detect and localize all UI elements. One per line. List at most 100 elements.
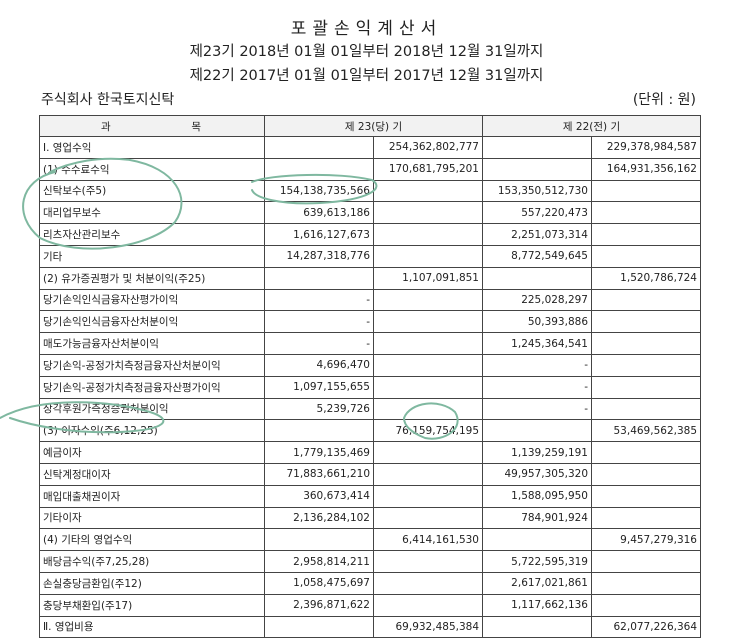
- table-row: 당기손익-공정가치측정금융자산평가이익 1,097,155,655 -: [39, 375, 701, 399]
- current-detail-cell: 2,958,814,211: [264, 550, 374, 573]
- current-detail-cell: 1,058,475,697: [264, 571, 374, 595]
- prior-total-cell: 53,469,562,385: [591, 419, 701, 443]
- prior-detail-cell: 1,117,662,136: [482, 593, 592, 617]
- current-detail-cell: 2,136,284,102: [264, 506, 374, 530]
- current-total-cell: [373, 593, 483, 617]
- current-total-cell: [373, 310, 483, 334]
- income-statement-table: 과 목 제 23(당) 기 제 22(전) 기 Ⅰ. 영업수익 254,362,8…: [39, 115, 701, 638]
- prior-detail-cell: -: [482, 375, 592, 399]
- table-row: 충당부채환입(주17) 2,396,871,622 1,117,662,136: [39, 593, 701, 617]
- current-detail-cell: -: [264, 332, 374, 355]
- current-total-cell: [373, 288, 483, 312]
- prior-detail-cell: 225,028,297: [482, 288, 592, 312]
- table-row: 매입대출채권이자 360,673,414 1,588,095,950: [39, 484, 701, 508]
- row-label: 매도가능금융자산처분이익: [39, 332, 265, 355]
- row-label: (3) 이자수익(주6,12,25): [39, 419, 265, 443]
- row-label: 신탁계정대이자: [39, 462, 265, 486]
- prior-total-cell: [591, 506, 701, 530]
- row-label: 배당금수익(주7,25,28): [39, 550, 265, 573]
- current-total-cell: [373, 223, 483, 246]
- prior-detail-cell: 49,957,305,320: [482, 462, 592, 486]
- table-row: Ⅱ. 영업비용 69,932,485,384 62,077,226,364: [39, 615, 701, 638]
- prior-total-cell: [591, 244, 701, 268]
- current-detail-cell: 1,616,127,673: [264, 223, 374, 246]
- prior-total-cell: [591, 571, 701, 595]
- prior-detail-cell: 1,245,364,541: [482, 332, 592, 355]
- prior-total-cell: [591, 332, 701, 355]
- prior-total-cell: 9,457,279,316: [591, 528, 701, 552]
- row-label: 신탁보수(주5): [39, 179, 265, 203]
- table-row: 신탁계정대이자 71,883,661,210 49,957,305,320: [39, 462, 701, 486]
- current-total-cell: [373, 462, 483, 486]
- current-total-cell: 1,107,091,851: [373, 266, 483, 290]
- current-detail-cell: [264, 419, 374, 443]
- row-label: (4) 기타의 영업수익: [39, 528, 265, 552]
- prior-detail-cell: 50,393,886: [482, 310, 592, 334]
- table-row: 기타 14,287,318,776 8,772,549,645: [39, 244, 701, 268]
- prior-detail-cell: 5,722,595,319: [482, 550, 592, 573]
- prior-detail-cell: 8,772,549,645: [482, 244, 592, 268]
- prior-period-header: 제 22(전) 기: [482, 115, 701, 137]
- unit-label: (단위 : 원): [632, 92, 696, 108]
- current-total-cell: [373, 506, 483, 530]
- table-row: 당기손익-공정가치측정금융자산처분이익 4,696,470 -: [39, 353, 701, 377]
- table-header-row: 과 목 제 23(당) 기 제 22(전) 기: [39, 115, 701, 137]
- current-total-cell: [373, 179, 483, 203]
- row-label: 기타이자: [39, 506, 265, 530]
- prior-total-cell: 229,378,984,587: [591, 136, 701, 159]
- row-label: 매입대출채권이자: [39, 484, 265, 508]
- prior-detail-cell: 1,588,095,950: [482, 484, 592, 508]
- current-detail-cell: -: [264, 288, 374, 312]
- current-detail-cell: 360,673,414: [264, 484, 374, 508]
- account-column-header: 과 목: [39, 115, 265, 137]
- prior-total-cell: [591, 223, 701, 246]
- row-label: 충당부채환입(주17): [39, 593, 265, 617]
- current-detail-cell: 639,613,186: [264, 201, 374, 225]
- table-row: 신탁보수(주5) 154,138,735,566 153,350,512,730: [39, 179, 701, 203]
- table-row: 대리업무보수 639,613,186 557,220,473: [39, 201, 701, 225]
- prior-detail-cell: [482, 266, 592, 290]
- table-row: 당기손익인식금융자산평가이익 - 225,028,297: [39, 288, 701, 312]
- current-detail-cell: 14,287,318,776: [264, 244, 374, 268]
- table-row: 손실충당금환입(주12) 1,058,475,697 2,617,021,861: [39, 571, 701, 595]
- prior-total-cell: [591, 441, 701, 464]
- current-total-cell: 76,159,754,195: [373, 419, 483, 443]
- current-detail-cell: -: [264, 310, 374, 334]
- prior-total-cell: [591, 375, 701, 399]
- current-total-cell: 170,681,795,201: [373, 157, 483, 181]
- current-total-cell: [373, 441, 483, 464]
- row-label: (1) 수수료수익: [39, 157, 265, 181]
- prior-detail-cell: [482, 136, 592, 159]
- row-label: 리츠자산관리보수: [39, 223, 265, 246]
- account-header-char-1: 과: [101, 120, 113, 133]
- prior-detail-cell: 153,350,512,730: [482, 179, 592, 203]
- prior-detail-cell: 2,617,021,861: [482, 571, 592, 595]
- prior-detail-cell: [482, 419, 592, 443]
- current-detail-cell: 71,883,661,210: [264, 462, 374, 486]
- row-label: 당기손익-공정가치측정금융자산처분이익: [39, 353, 265, 377]
- row-label: 손실충당금환입(주12): [39, 571, 265, 595]
- current-total-cell: [373, 550, 483, 573]
- current-period-header: 제 23(당) 기: [264, 115, 483, 137]
- prior-detail-cell: [482, 615, 592, 638]
- current-detail-cell: [264, 136, 374, 159]
- table-row: (3) 이자수익(주6,12,25) 76,159,754,195 53,469,5…: [39, 419, 701, 443]
- statement-title: 포괄손익계산서: [290, 19, 443, 39]
- table-row: 예금이자 1,779,135,469 1,139,259,191: [39, 441, 701, 464]
- row-label: Ⅱ. 영업비용: [39, 615, 265, 638]
- row-label: 기타: [39, 244, 265, 268]
- current-total-cell: [373, 332, 483, 355]
- prior-total-cell: [591, 462, 701, 486]
- current-detail-cell: [264, 157, 374, 181]
- current-detail-cell: 154,138,735,566: [264, 179, 374, 203]
- current-detail-cell: 4,696,470: [264, 353, 374, 377]
- current-detail-cell: 1,097,155,655: [264, 375, 374, 399]
- prior-total-cell: [591, 288, 701, 312]
- prior-total-cell: [591, 397, 701, 421]
- prior-total-cell: [591, 550, 701, 573]
- row-label: 당기손익인식금융자산처분이익: [39, 310, 265, 334]
- prior-detail-cell: 1,139,259,191: [482, 441, 592, 464]
- table-row: 당기손익인식금융자산처분이익 - 50,393,886: [39, 310, 701, 334]
- table-row: 매도가능금융자산처분이익 - 1,245,364,541: [39, 332, 701, 355]
- prior-total-cell: [591, 353, 701, 377]
